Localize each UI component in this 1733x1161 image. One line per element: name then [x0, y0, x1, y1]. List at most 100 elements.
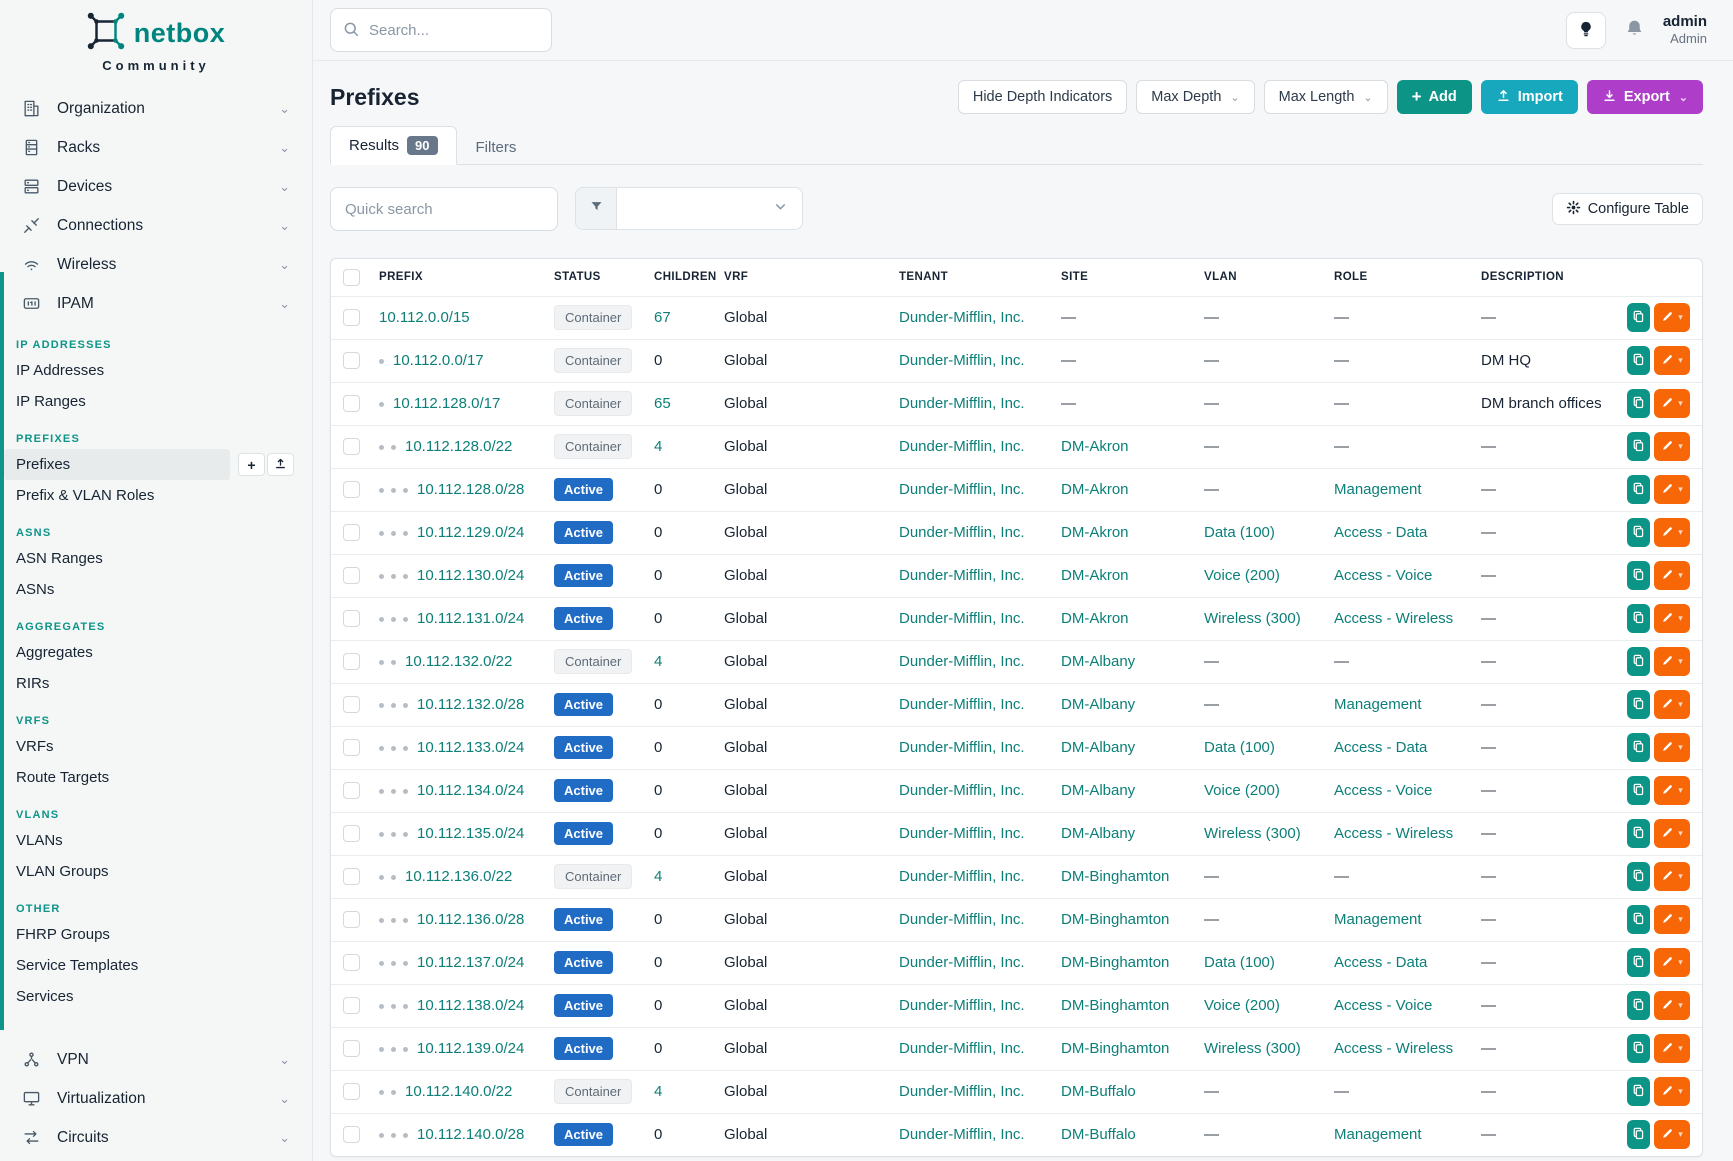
- edit-dropdown-button[interactable]: ▾: [1654, 1034, 1690, 1063]
- role-link[interactable]: Management: [1334, 1126, 1422, 1143]
- column-header-vrf[interactable]: VRF: [716, 259, 891, 296]
- filter-button[interactable]: [576, 188, 617, 229]
- row-checkbox[interactable]: [343, 567, 360, 584]
- saved-filter-select[interactable]: [617, 188, 802, 229]
- sidebar-item-devices[interactable]: Devices⌄: [0, 167, 312, 206]
- edit-dropdown-button[interactable]: ▾: [1654, 518, 1690, 547]
- export-dropdown[interactable]: Export⌄: [1587, 80, 1703, 114]
- tenant-link[interactable]: Dunder-Mifflin, Inc.: [899, 438, 1025, 455]
- tenant-link[interactable]: Dunder-Mifflin, Inc.: [899, 567, 1025, 584]
- hide-depth-indicators-button[interactable]: Hide Depth Indicators: [958, 80, 1127, 114]
- row-checkbox[interactable]: [343, 438, 360, 455]
- tab-filters[interactable]: Filters: [457, 129, 536, 165]
- quick-search-input[interactable]: [330, 187, 558, 231]
- row-checkbox[interactable]: [343, 825, 360, 842]
- site-link[interactable]: DM-Albany: [1061, 653, 1135, 670]
- column-header-prefix[interactable]: PREFIX: [371, 259, 546, 296]
- sidebar-item-racks[interactable]: Racks⌄: [0, 128, 312, 167]
- prefix-link[interactable]: 10.112.140.0/28: [417, 1126, 524, 1143]
- tenant-link[interactable]: Dunder-Mifflin, Inc.: [899, 825, 1025, 842]
- site-link[interactable]: DM-Binghamton: [1061, 954, 1169, 971]
- add-button[interactable]: +Add: [1397, 80, 1472, 114]
- vlan-link[interactable]: Voice (200): [1204, 782, 1280, 799]
- tenant-link[interactable]: Dunder-Mifflin, Inc.: [899, 481, 1025, 498]
- site-link[interactable]: DM-Albany: [1061, 696, 1135, 713]
- prefix-link[interactable]: 10.112.129.0/24: [417, 524, 524, 541]
- clone-button[interactable]: [1627, 991, 1650, 1020]
- edit-dropdown-button[interactable]: ▾: [1654, 862, 1690, 891]
- max-length-dropdown[interactable]: Max Length⌄: [1264, 80, 1388, 114]
- sidebar-item-vlans[interactable]: VLANs: [0, 825, 312, 856]
- column-header-site[interactable]: SITE: [1053, 259, 1196, 296]
- sidebar-item-fhrp-groups[interactable]: FHRP Groups: [0, 919, 312, 950]
- prefix-link[interactable]: 10.112.136.0/22: [405, 868, 512, 885]
- tenant-link[interactable]: Dunder-Mifflin, Inc.: [899, 954, 1025, 971]
- sidebar-item-circuits[interactable]: Circuits⌄: [0, 1118, 312, 1157]
- tenant-link[interactable]: Dunder-Mifflin, Inc.: [899, 653, 1025, 670]
- edit-dropdown-button[interactable]: ▾: [1654, 432, 1690, 461]
- sidebar-item-vlan-groups[interactable]: VLAN Groups: [0, 856, 312, 887]
- site-link[interactable]: DM-Binghamton: [1061, 911, 1169, 928]
- row-checkbox[interactable]: [343, 696, 360, 713]
- user-menu[interactable]: admin Admin: [1663, 13, 1707, 48]
- sidebar-item-prefixes[interactable]: Prefixes+: [0, 449, 312, 480]
- children-count-link[interactable]: 4: [654, 653, 662, 670]
- site-link[interactable]: DM-Binghamton: [1061, 868, 1169, 885]
- children-count-link[interactable]: 67: [654, 309, 671, 326]
- clone-button[interactable]: [1627, 647, 1650, 676]
- children-count-link[interactable]: 65: [654, 395, 671, 412]
- clone-button[interactable]: [1627, 346, 1650, 375]
- role-link[interactable]: Management: [1334, 911, 1422, 928]
- sidebar-item-asn-ranges[interactable]: ASN Ranges: [0, 543, 312, 574]
- row-checkbox[interactable]: [343, 739, 360, 756]
- prefix-link[interactable]: 10.112.139.0/24: [417, 1040, 524, 1057]
- edit-dropdown-button[interactable]: ▾: [1654, 1077, 1690, 1106]
- vlan-link[interactable]: Voice (200): [1204, 997, 1280, 1014]
- edit-dropdown-button[interactable]: ▾: [1654, 561, 1690, 590]
- edit-dropdown-button[interactable]: ▾: [1654, 389, 1690, 418]
- tenant-link[interactable]: Dunder-Mifflin, Inc.: [899, 610, 1025, 627]
- sidebar-item-vpn[interactable]: VPN⌄: [0, 1040, 312, 1079]
- sidebar-item-vrfs[interactable]: VRFs: [0, 731, 312, 762]
- configure-table-button[interactable]: Configure Table: [1552, 193, 1703, 225]
- tenant-link[interactable]: Dunder-Mifflin, Inc.: [899, 1126, 1025, 1143]
- site-link[interactable]: DM-Albany: [1061, 739, 1135, 756]
- site-link[interactable]: DM-Buffalo: [1061, 1083, 1136, 1100]
- row-checkbox[interactable]: [343, 352, 360, 369]
- prefix-link[interactable]: 10.112.128.0/22: [405, 438, 512, 455]
- tenant-link[interactable]: Dunder-Mifflin, Inc.: [899, 309, 1025, 326]
- sidebar-item-ipam[interactable]: IPAM⌄: [0, 284, 312, 323]
- row-checkbox[interactable]: [343, 782, 360, 799]
- vlan-link[interactable]: Data (100): [1204, 739, 1275, 756]
- prefix-link[interactable]: 10.112.131.0/24: [417, 610, 524, 627]
- clone-button[interactable]: [1627, 1120, 1650, 1149]
- import-prefixes-button[interactable]: [267, 453, 294, 476]
- row-checkbox[interactable]: [343, 1126, 360, 1143]
- column-header-children[interactable]: CHILDREN: [646, 259, 716, 296]
- tenant-link[interactable]: Dunder-Mifflin, Inc.: [899, 524, 1025, 541]
- site-link[interactable]: DM-Akron: [1061, 567, 1129, 584]
- tenant-link[interactable]: Dunder-Mifflin, Inc.: [899, 997, 1025, 1014]
- prefix-link[interactable]: 10.112.132.0/22: [405, 653, 512, 670]
- sidebar-item-connections[interactable]: Connections⌄: [0, 206, 312, 245]
- prefix-link[interactable]: 10.112.135.0/24: [417, 825, 524, 842]
- global-search-input[interactable]: [330, 8, 552, 52]
- edit-dropdown-button[interactable]: ▾: [1654, 647, 1690, 676]
- edit-dropdown-button[interactable]: ▾: [1654, 604, 1690, 633]
- clone-button[interactable]: [1627, 819, 1650, 848]
- clone-button[interactable]: [1627, 948, 1650, 977]
- site-link[interactable]: DM-Binghamton: [1061, 1040, 1169, 1057]
- tenant-link[interactable]: Dunder-Mifflin, Inc.: [899, 1040, 1025, 1057]
- edit-dropdown-button[interactable]: ▾: [1654, 346, 1690, 375]
- role-link[interactable]: Access - Wireless: [1334, 610, 1453, 627]
- vlan-link[interactable]: Wireless (300): [1204, 1040, 1301, 1057]
- role-link[interactable]: Access - Data: [1334, 954, 1427, 971]
- clone-button[interactable]: [1627, 862, 1650, 891]
- row-checkbox[interactable]: [343, 309, 360, 326]
- sidebar-item-ip-ranges[interactable]: IP Ranges: [0, 386, 312, 417]
- row-checkbox[interactable]: [343, 868, 360, 885]
- edit-dropdown-button[interactable]: ▾: [1654, 991, 1690, 1020]
- tenant-link[interactable]: Dunder-Mifflin, Inc.: [899, 352, 1025, 369]
- row-checkbox[interactable]: [343, 610, 360, 627]
- prefix-link[interactable]: 10.112.136.0/28: [417, 911, 524, 928]
